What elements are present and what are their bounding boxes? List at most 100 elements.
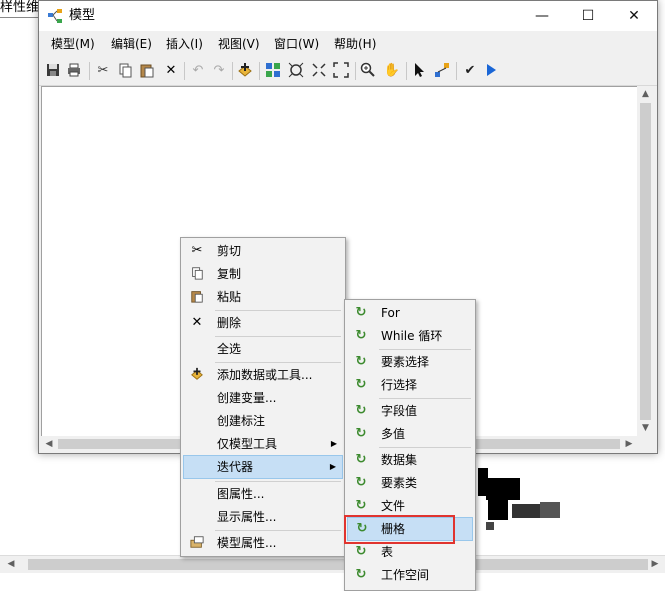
menu-item-label: 剪切 (217, 244, 242, 258)
pan-icon[interactable]: ✋ (383, 62, 401, 80)
menu-edit[interactable]: 编辑(E) (111, 36, 152, 52)
menu-item-field-value[interactable]: ↻ 字段值 (347, 400, 473, 422)
menu-item-iterators[interactable]: 迭代器 ▶ (183, 455, 343, 479)
menu-item-row-selection[interactable]: ↻ 行选择 (347, 374, 473, 396)
menu-item-label: 表 (381, 545, 394, 559)
menu-item-select-all[interactable]: 全选 (183, 338, 343, 360)
menu-item-cut[interactable]: ✂ 剪切 (183, 240, 343, 262)
menu-item-create-variable[interactable]: 创建变量... (183, 387, 343, 409)
menu-item-label: 删除 (217, 316, 242, 330)
menu-item-create-label[interactable]: 创建标注 (183, 410, 343, 432)
menu-item-display-properties[interactable]: 显示属性... (183, 506, 343, 528)
menu-item-model-only-tools[interactable]: 仅模型工具 ▶ (183, 433, 343, 455)
menu-window[interactable]: 窗口(W) (274, 36, 319, 52)
menu-item-feature-selection[interactable]: ↻ 要素选择 (347, 351, 473, 373)
menu-item-label: 要素选择 (381, 355, 430, 369)
validate-icon[interactable]: ✔ (461, 62, 479, 80)
copy-icon (189, 266, 205, 282)
menu-item-label: 添加数据或工具... (217, 368, 313, 382)
scroll-up-icon[interactable]: ▲ (637, 86, 654, 102)
menu-item-model-properties[interactable]: 模型属性... (183, 532, 343, 554)
menu-item-copy[interactable]: 复制 (183, 263, 343, 285)
menu-item-label: 文件 (381, 499, 406, 513)
menu-item-for[interactable]: ↻ For (347, 302, 473, 324)
menu-item-label: 仅模型工具 (217, 437, 278, 451)
background-divider (0, 17, 40, 18)
menu-item-label: 模型属性... (217, 536, 277, 550)
delete-icon[interactable]: ✕ (162, 62, 180, 80)
menu-item-label: 工作空间 (381, 568, 430, 582)
menu-item-delete[interactable]: ✕ 删除 (183, 312, 343, 334)
menu-separator (379, 447, 471, 448)
maximize-button[interactable]: ☐ (565, 1, 611, 31)
full-extent-icon[interactable] (288, 62, 306, 80)
menu-item-workspaces[interactable]: ↻ 工作空间 (347, 564, 473, 586)
print-icon[interactable] (66, 62, 84, 80)
paste-icon[interactable] (139, 62, 157, 80)
scroll-thumb[interactable] (28, 559, 648, 570)
menu-item-label: 显示属性... (217, 510, 277, 524)
menu-item-feature-classes[interactable]: ↻ 要素类 (347, 472, 473, 494)
vertical-scrollbar[interactable]: ▲ ▼ (637, 86, 654, 437)
menu-help[interactable]: 帮助(H) (334, 36, 376, 52)
toolbar-separator (355, 62, 356, 80)
auto-layout-icon[interactable] (265, 62, 283, 80)
background-horizontal-scrollbar[interactable]: ◀ ▶ (0, 555, 665, 573)
menu-separator (215, 336, 341, 337)
menu-item-label: 全选 (217, 342, 242, 356)
menu-item-diagram-properties[interactable]: 图属性... (183, 483, 343, 505)
scroll-left-icon[interactable]: ◀ (4, 558, 18, 571)
close-button[interactable]: ✕ (611, 1, 657, 31)
zoom-in-icon[interactable] (360, 62, 378, 80)
scroll-right-icon[interactable]: ▶ (648, 558, 662, 571)
iterator-icon: ↻ (355, 377, 367, 392)
menu-item-multivalue[interactable]: ↻ 多值 (347, 423, 473, 445)
menu-item-label: While 循环 (381, 329, 443, 343)
iterator-icon: ↻ (355, 328, 367, 343)
save-icon[interactable] (45, 62, 63, 80)
menu-item-files[interactable]: ↻ 文件 (347, 495, 473, 517)
menu-item-add-data[interactable]: 添加数据或工具... (183, 364, 343, 386)
scroll-thumb[interactable] (640, 103, 651, 420)
menu-item-label: 要素类 (381, 476, 418, 490)
menu-separator (215, 362, 341, 363)
scroll-down-icon[interactable]: ▼ (637, 420, 654, 436)
cut-icon: ✂ (191, 243, 203, 258)
fixed-zoom-out-icon[interactable] (333, 62, 351, 80)
toolbar-separator (456, 62, 457, 80)
minimize-button[interactable]: — (519, 1, 565, 31)
title-bar[interactable]: 模型 — ☐ ✕ (39, 1, 657, 31)
menu-model[interactable]: 模型(M) (51, 36, 95, 52)
fixed-zoom-in-icon[interactable] (311, 62, 329, 80)
menu-item-while[interactable]: ↻ While 循环 (347, 325, 473, 347)
menu-item-tables[interactable]: ↻ 表 (347, 541, 473, 563)
undo-icon[interactable]: ↶ (189, 62, 207, 80)
iterator-icon: ↻ (355, 426, 367, 441)
iterator-icon: ↻ (355, 354, 367, 369)
add-data-icon[interactable] (237, 62, 255, 80)
select-icon[interactable] (411, 62, 429, 80)
menu-item-paste[interactable]: 粘贴 (183, 286, 343, 308)
iterator-icon: ↻ (355, 544, 367, 559)
iterator-icon: ↻ (355, 403, 367, 418)
model-app-icon (47, 8, 63, 24)
menu-item-label: 数据集 (381, 453, 418, 467)
connect-icon[interactable] (434, 62, 452, 80)
redo-icon[interactable]: ↷ (210, 62, 228, 80)
menu-item-label: 创建变量... (217, 391, 277, 405)
menu-item-datasets[interactable]: ↻ 数据集 (347, 449, 473, 471)
menu-insert[interactable]: 插入(I) (166, 36, 203, 52)
iterator-icon: ↻ (355, 567, 367, 582)
cut-icon[interactable]: ✂ (94, 62, 112, 80)
run-icon[interactable] (483, 62, 501, 80)
menu-separator (215, 481, 341, 482)
menu-item-label: For (381, 306, 400, 320)
window-title: 模型 (69, 8, 96, 23)
menu-view[interactable]: 视图(V) (218, 36, 260, 52)
background-artifact (540, 502, 560, 518)
scroll-right-icon[interactable]: ▶ (621, 436, 637, 452)
paste-icon (189, 289, 205, 305)
scroll-left-icon[interactable]: ◀ (41, 436, 57, 452)
copy-icon[interactable] (117, 62, 135, 80)
iterator-icon: ↻ (355, 475, 367, 490)
